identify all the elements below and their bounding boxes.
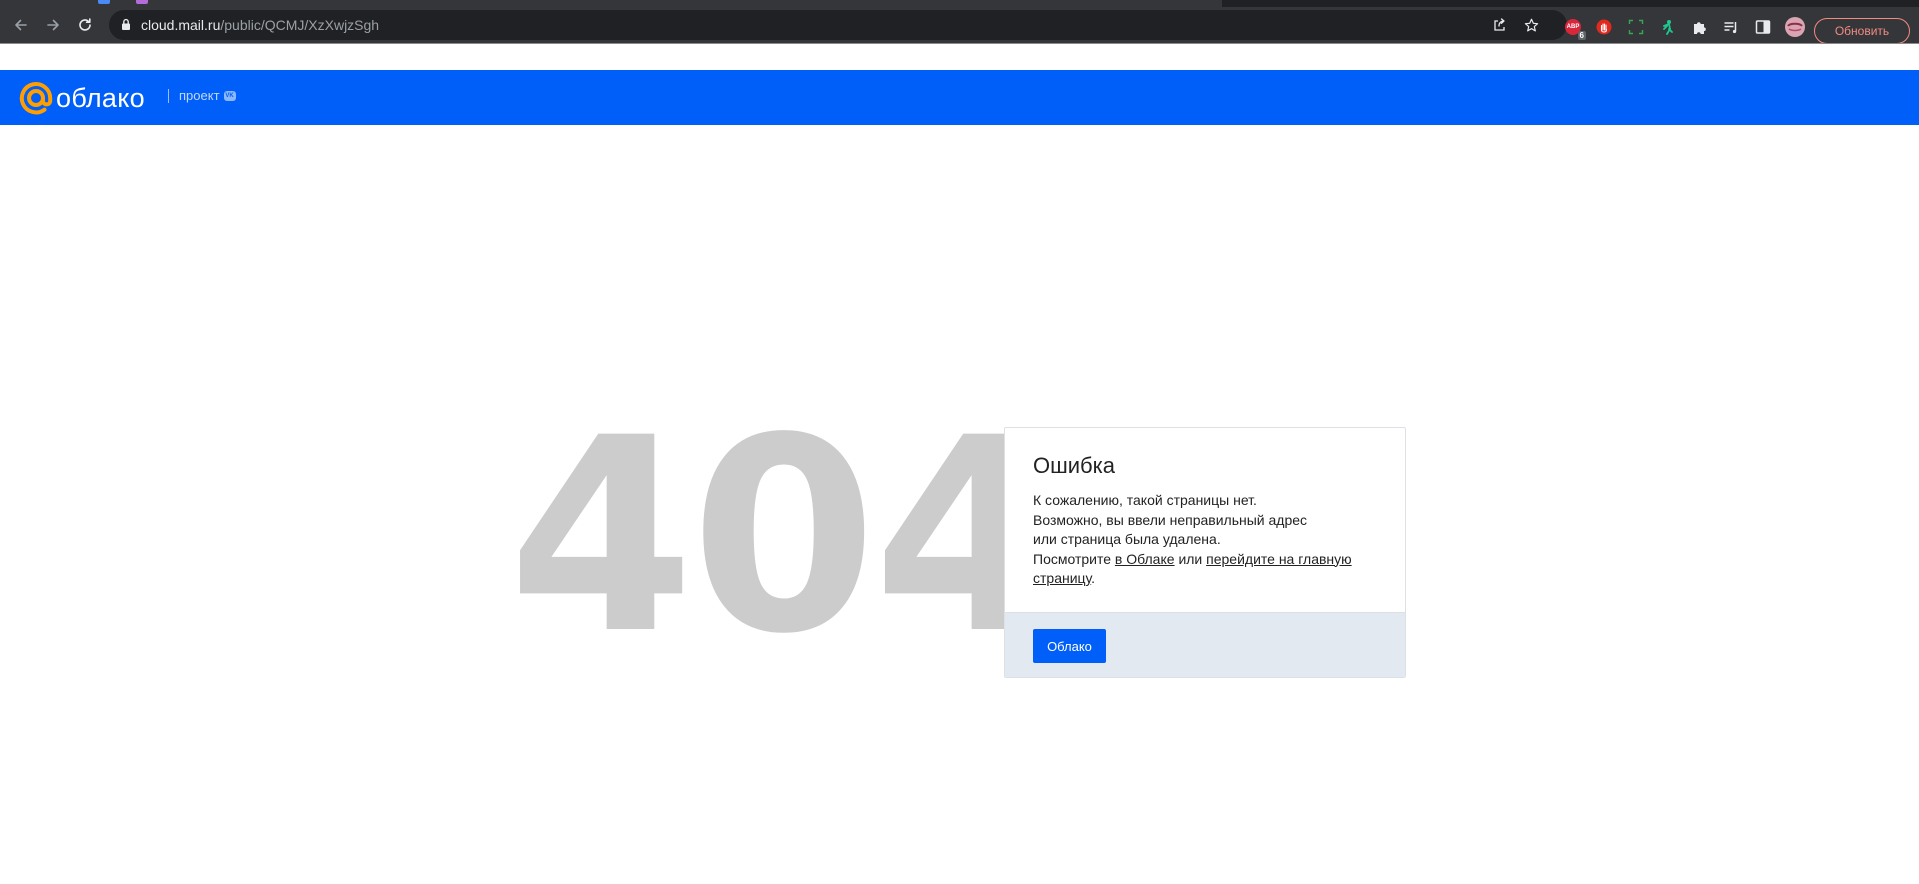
at-sign-logo-icon [19, 82, 53, 115]
error-links-line: Посмотрите в Облаке или перейдите на гла… [1033, 550, 1352, 587]
figure-extension[interactable] [1658, 17, 1678, 37]
project-label: проект [179, 88, 220, 103]
vk-project-link[interactable]: проект VK [179, 88, 236, 103]
cloud-link[interactable]: в Облаке [1115, 551, 1175, 567]
tab-favicon [136, 0, 148, 4]
error-message: К сожалению, такой страницы нет. Возможн… [1033, 491, 1383, 589]
forward-button[interactable] [39, 11, 67, 39]
adblock-extension[interactable]: ABP 6 [1563, 17, 1586, 40]
star-icon [1524, 18, 1538, 31]
error-line: К сожалению, такой страницы нет. [1033, 492, 1257, 508]
adblock-icon: ABP 6 [1565, 19, 1586, 40]
url-text[interactable]: cloud.mail.ru/public/QCMJ/XzXwjzSgh [141, 17, 379, 33]
profile-button[interactable] [1785, 17, 1805, 37]
url-path: /public/QCMJ/XzXwjzSgh [220, 17, 380, 33]
vk-logo-icon: VK [223, 90, 236, 101]
side-panel-icon [1755, 20, 1771, 34]
error-card-footer: Облако [1005, 612, 1405, 677]
browser-toolbar: cloud.mail.ru/public/QCMJ/XzXwjzSgh ABP 6 [0, 7, 1919, 44]
stop-hand-icon [1596, 19, 1612, 35]
reload-button[interactable] [71, 11, 99, 39]
profile-avatar [1785, 17, 1805, 37]
go-to-cloud-button[interactable]: Облако [1033, 629, 1106, 663]
lock-icon[interactable] [121, 18, 131, 31]
error-title: Ошибка [1033, 453, 1115, 478]
arrow-left-icon [15, 19, 27, 31]
page-top-area [0, 43, 1919, 70]
side-panel-button[interactable] [1753, 17, 1773, 37]
error-line: Возможно, вы ввели неправильный адрес [1033, 511, 1308, 528]
cloud-logo-link[interactable]: облако [19, 81, 145, 115]
reading-list-icon [1724, 22, 1737, 34]
back-button[interactable] [7, 11, 35, 39]
reload-icon [79, 18, 91, 31]
bookmark-star-button[interactable] [1522, 16, 1540, 34]
extensions-button[interactable] [1690, 17, 1710, 37]
error-line: или страница была удалена. [1033, 531, 1221, 547]
logo-divider [168, 89, 169, 103]
figure-icon [1663, 20, 1673, 35]
error-card: Ошибка К сожалению, такой страницы нет. … [1004, 427, 1406, 678]
update-browser-button[interactable]: Обновить [1814, 18, 1910, 44]
share-button[interactable] [1490, 16, 1508, 34]
arrow-right-icon [47, 19, 59, 31]
logo-text: облако [56, 83, 145, 113]
adblock-badge: 6 [1577, 31, 1586, 40]
screenshot-extension[interactable] [1626, 17, 1646, 37]
url-host: cloud.mail.ru [141, 17, 221, 33]
tab-favicon [98, 0, 110, 4]
screenshot-icon [1628, 19, 1644, 35]
browser-tabstrip [0, 0, 1919, 7]
puzzle-extensions-icon [1694, 22, 1706, 34]
address-bar[interactable]: cloud.mail.ru/public/QCMJ/XzXwjzSgh [109, 10, 1567, 40]
site-header: облако проект VK [0, 70, 1919, 125]
active-tab[interactable] [0, 0, 1222, 7]
reading-list-button[interactable] [1721, 17, 1741, 37]
stop-hand-extension[interactable] [1594, 17, 1614, 37]
share-icon [1493, 17, 1505, 31]
error-code: 404 [508, 381, 1059, 693]
